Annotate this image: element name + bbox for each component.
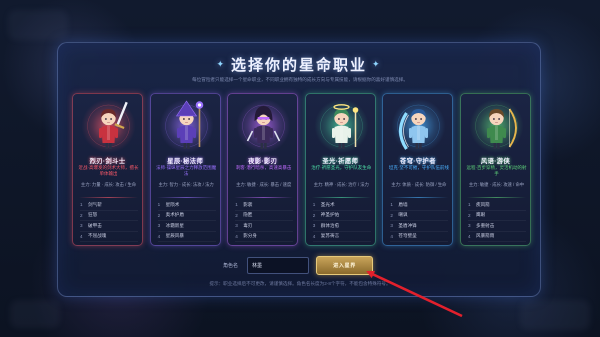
class-description: 治疗·祈愿圣光，守护队友生命 [311,165,372,170]
divider [389,197,449,198]
class-card-arcane-mage[interactable]: 星辰·秘法师 法师·操纵星辰之力释放范围魔法 主力: 智力 · 成长: 法攻 /… [149,93,221,246]
divider [234,197,294,198]
skill-item: 1 疾风箭 [467,200,526,211]
divider [311,197,371,198]
class-card-sky-guardian[interactable]: 苍穹·守护者 坦克·坚不可摧，守护队伍前线 主力: 体质 · 成长: 防御 / … [382,93,454,246]
skill-item: 3 群体治愈 [312,221,371,232]
character-portrait [232,97,295,153]
skill-item: 3 破甲击 [80,221,138,232]
skill-item: 1 影袭 [235,200,294,211]
skill-list: 1 盾墙 2 嘲讽 3 圣盾冲锋 4 苍穹壁垒 [390,200,449,242]
divider [156,197,216,198]
visor-icon [257,117,270,120]
class-stats: 主力: 体质 · 成长: 防御 / 生命 [391,182,447,187]
skill-item: 3 冰霜新星 [157,221,216,232]
class-name: 圣光·祈愿师 [322,158,359,165]
class-description: 刺客·潜行暗杀，高速高暴击 [235,165,292,170]
class-name: 星辰·秘法师 [167,158,204,165]
class-card-list: 烈刃·剑斗士 近战·高爆发的剑术大师，擅长单体输出 主力: 力量 · 成长: 攻… [72,93,531,246]
title-text: 选择你的星命职业 [230,57,367,74]
class-stats: 主力: 敏捷 · 成长: 暴击 / 速度 [236,182,292,187]
skill-item: 3 多重射击 [467,221,526,232]
star-ornament-icon: ✦ [372,59,382,69]
character-portrait [465,97,528,153]
class-description: 坦克·坚不可摧，守护队伍前线 [388,165,449,170]
skill-item: 4 星辰风暴 [157,232,216,242]
class-selection-panel: ✦ 选择你的星命职业 ✦ 每位冒险者只能选择一个星命职业，不同职业拥有独特的成长方向… [57,42,541,297]
character-portrait [387,97,450,153]
skill-item: 3 圣盾冲锋 [390,221,449,232]
skill-list: 1 剑气斩 2 狂怒 3 破甲击 4 不屈战魂 [80,200,138,242]
skill-item: 2 奥术护盾 [157,211,216,221]
class-card-wind-ranger[interactable]: 风语·游侠 远程·百步穿杨，灵活机动的射手 主力: 敏捷 · 成长: 攻速 / … [459,93,531,246]
class-stats: 主力: 力量 · 成长: 攻击 / 生命 [80,182,137,187]
skill-list: 1 星陨术 2 奥术护盾 3 冰霜新星 4 星辰风暴 [157,200,216,242]
class-name: 夜影·影刃 [248,158,278,165]
character-illustration [469,99,524,153]
skill-item: 2 隐匿 [235,211,294,221]
skill-item: 4 不屈战魂 [80,232,138,242]
skill-item: 1 圣光术 [312,200,371,211]
skill-item: 4 风暴箭雨 [467,232,526,242]
background-blur [520,300,590,330]
class-description: 近战·高爆发的剑术大师，擅长单体输出 [78,165,139,176]
skill-item: 4 苍穹壁垒 [390,232,449,242]
enter-world-button[interactable]: 进入星界 [316,256,373,275]
divider [466,197,526,198]
class-name: 苍穹·守护者 [399,158,436,165]
footer-note: 提示：职业选择后不可更改，请谨慎选择。角色名长度为2-8个字符，不能包含特殊符号… [209,281,391,286]
character-illustration [236,99,291,153]
character-head [333,109,349,126]
character-portrait [310,97,373,153]
skill-list: 1 影袭 2 隐匿 3 毒刃 4 影分身 [235,200,294,242]
skill-item: 3 毒刃 [235,221,294,232]
character-portrait [155,97,218,153]
character-portrait [77,97,140,153]
character-head [101,109,116,126]
class-stats: 主力: 敏捷 · 成长: 攻速 / 命中 [468,182,525,187]
skill-item: 1 盾墙 [390,200,449,211]
skill-item: 1 星陨术 [157,200,216,211]
character-illustration [159,99,214,153]
character-illustration [81,99,136,153]
class-name: 风语·游侠 [480,158,511,165]
page-title: ✦ 选择你的星命职业 ✦ [58,54,540,76]
skill-item: 2 神圣护佑 [312,211,371,221]
class-card-holy-priest[interactable]: 圣光·祈愿师 治疗·祈愿圣光，守护队友生命 主力: 精神 · 成长: 治疗 / … [304,93,376,246]
star-ornament-icon: ✦ [216,59,226,69]
skill-item: 2 狂怒 [80,211,138,221]
subtitle: 每位冒险者只能选择一个星命职业，不同职业拥有独特的成长方向与专属技能，请根据你的… [192,77,408,82]
class-description: 远程·百步穿杨，灵活机动的射手 [466,165,527,176]
skill-item: 2 嘲讽 [390,211,449,221]
class-name: 烈刃·剑斗士 [89,158,126,165]
skill-list: 1 圣光术 2 神圣护佑 3 群体治愈 4 复苏祷言 [312,200,371,242]
skill-item: 2 鹰眼 [467,211,526,221]
character-head [489,109,504,126]
class-stats: 主力: 智力 · 成长: 法攻 / 法力 [158,182,214,187]
background-blur [8,10,68,40]
skill-item: 4 复苏祷言 [312,232,371,242]
character-name-input[interactable] [247,257,309,274]
background-blur [10,300,60,328]
character-illustration [314,99,369,153]
character-illustration [391,99,446,153]
class-stats: 主力: 精神 · 成长: 治疗 / 法力 [313,182,369,187]
divider [79,197,138,198]
skill-item: 4 影分身 [235,232,294,242]
skill-list: 1 疾风箭 2 鹰眼 3 多重射击 4 风暴箭雨 [467,200,526,242]
character-head [411,109,427,126]
class-card-shadow-blade[interactable]: 夜影·影刃 刺客·潜行暗杀，高速高暴击 主力: 敏捷 · 成长: 暴击 / 速度… [227,93,299,246]
skill-item: 1 剑气斩 [80,200,138,211]
class-card-blade-warrior[interactable]: 烈刃·剑斗士 近战·高爆发的剑术大师，擅长单体输出 主力: 力量 · 成长: 攻… [72,93,143,246]
class-description: 法师·操纵星辰之力释放范围魔法 [156,165,217,176]
character-name-label: 角色名 [223,263,239,269]
